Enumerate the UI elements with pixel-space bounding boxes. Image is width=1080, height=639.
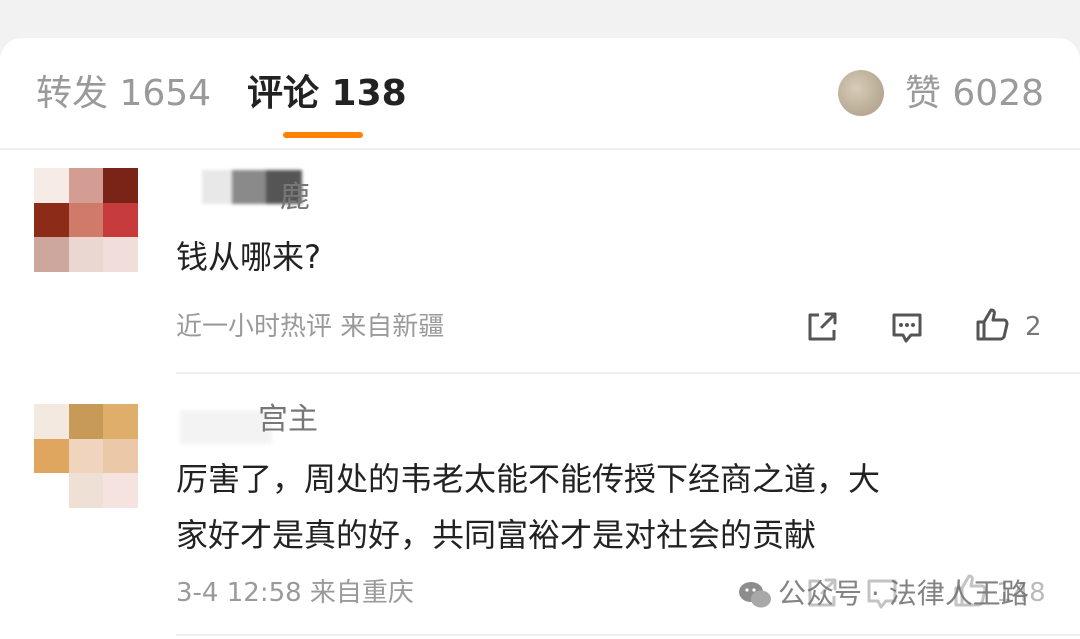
avatar[interactable]: [34, 404, 138, 508]
comment-text-line: 厉害了，周处的韦老太能不能传授下经商之道，大: [176, 460, 881, 498]
tab-comments[interactable]: 评论 138: [247, 72, 407, 116]
tab-reposts[interactable]: 转发 1654: [36, 72, 211, 116]
comment-meta: 近一小时热评 来自新疆: [176, 312, 445, 342]
share-icon[interactable]: [802, 307, 842, 347]
comment-meta: 3-4 12:58 来自重庆: [176, 578, 414, 608]
avatar[interactable]: [34, 168, 138, 272]
tab-likes[interactable]: 赞 6028: [905, 72, 1044, 116]
thumbs-up-icon[interactable]: [972, 305, 1012, 345]
liker-avatar[interactable]: [838, 70, 884, 116]
comment-divider: [176, 372, 1080, 374]
active-tab-indicator: [283, 132, 363, 138]
watermark: 公众号 · 法律人王路: [738, 574, 1029, 614]
wechat-icon: [739, 582, 771, 608]
username[interactable]: 鹿: [280, 180, 310, 216]
comment-text-line: 家好才是真的好，共同富裕才是对社会的贡献: [176, 516, 817, 554]
comment-icon[interactable]: [887, 307, 927, 347]
watermark-text: 公众号 · 法律人王路: [778, 577, 1029, 610]
like-count: 2: [1025, 312, 1042, 342]
comment-text: 钱从哪来?: [176, 238, 321, 276]
username[interactable]: 宫主: [258, 402, 318, 438]
header-divider: [0, 148, 1080, 150]
comment-divider: [176, 634, 1080, 636]
